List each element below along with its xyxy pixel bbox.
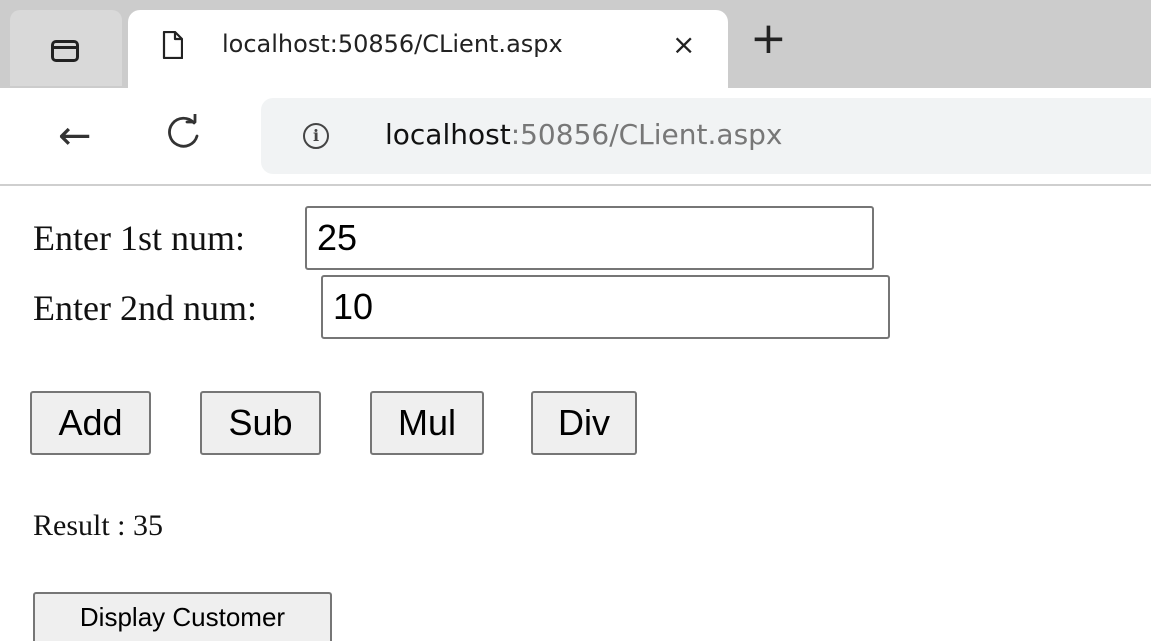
reload-icon[interactable] (163, 114, 203, 154)
tab-actions-button[interactable] (10, 10, 122, 86)
info-icon[interactable]: i (303, 123, 329, 149)
back-arrow-icon[interactable]: ← (58, 116, 92, 156)
url-path: :50856/CLient.aspx (510, 118, 783, 151)
display-customer-button[interactable]: Display Customer (33, 592, 332, 641)
browser-tab[interactable]: localhost:50856/CLient.aspx × (128, 10, 728, 88)
add-button[interactable]: Add (30, 391, 151, 455)
div-button[interactable]: Div (531, 391, 637, 455)
sub-button[interactable]: Sub (200, 391, 321, 455)
address-bar[interactable]: i localhost:50856/CLient.aspx (261, 98, 1151, 174)
tab-title: localhost:50856/CLient.aspx (222, 30, 563, 58)
num1-label: Enter 1st num: (33, 218, 245, 258)
num2-input[interactable] (321, 275, 890, 339)
mul-button[interactable]: Mul (370, 391, 484, 455)
tab-actions-icon (51, 40, 79, 62)
browser-tabstrip: localhost:50856/CLient.aspx × + (0, 0, 1151, 88)
url-host: localhost (385, 118, 511, 151)
result-text: Result : 35 (33, 509, 164, 542)
url-text[interactable]: localhost:50856/CLient.aspx (385, 118, 783, 151)
page-content: Enter 1st num: Enter 2nd num: Add Sub Mu… (0, 186, 1151, 641)
num1-input[interactable] (305, 206, 874, 270)
browser-toolbar: ← i localhost:50856/CLient.aspx (0, 88, 1151, 186)
num2-label: Enter 2nd num: (33, 288, 257, 328)
new-tab-icon[interactable]: + (750, 17, 787, 61)
page-icon (162, 31, 183, 59)
close-tab-icon[interactable]: × (672, 28, 695, 62)
